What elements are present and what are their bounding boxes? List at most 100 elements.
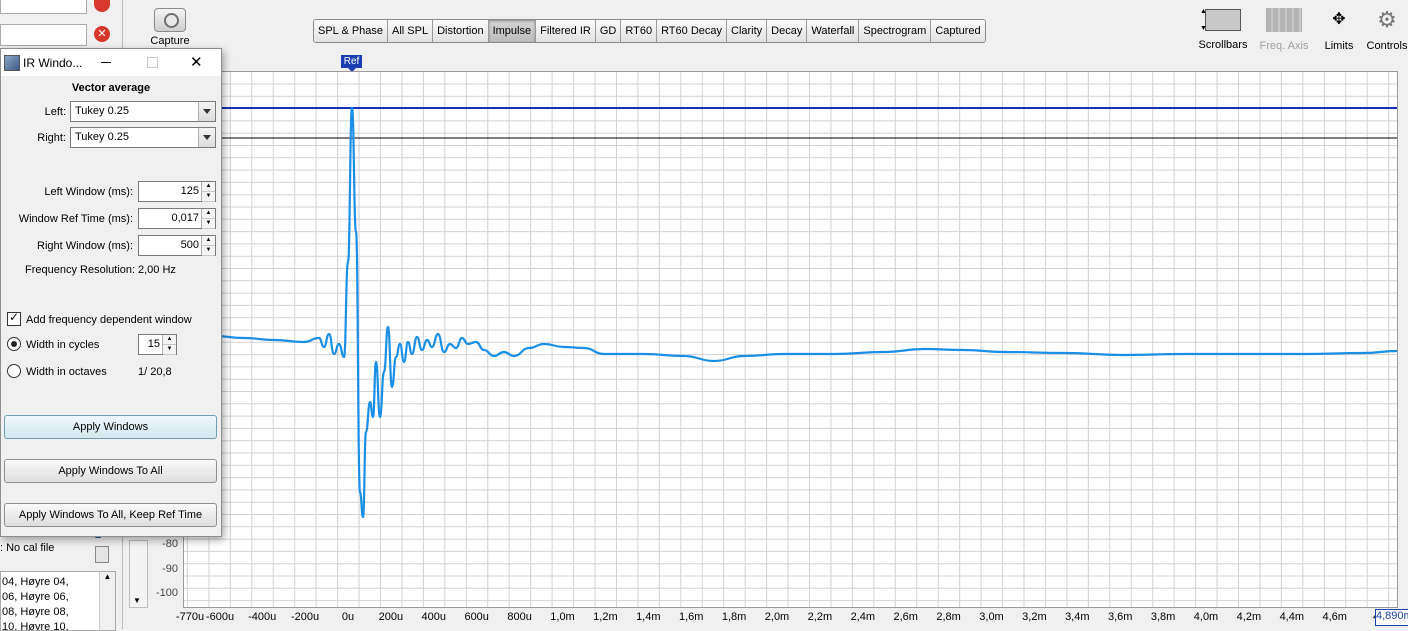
x-tick-label: 3,2m	[1022, 611, 1047, 623]
right-window-ms-input[interactable]: 500 ▲ ▼	[138, 235, 216, 256]
x-tick-label: 2,0m	[764, 611, 790, 623]
tab-filtered-ir[interactable]: Filtered IR	[536, 20, 596, 42]
chevron-down-icon[interactable]	[198, 128, 215, 147]
remove-icon[interactable]	[94, 0, 110, 12]
left-window-ms-input[interactable]: 125 ▲ ▼	[138, 181, 216, 202]
list-item[interactable]: 08, Høyre 08,	[2, 606, 69, 618]
dialog-titlebar[interactable]: IR Windo... ✕	[1, 49, 221, 76]
x-tick-label: -770u	[175, 611, 205, 623]
freq-axis-icon	[1266, 8, 1302, 32]
list-item[interactable]: 10, Høyre 10,	[2, 621, 69, 630]
list-item[interactable]: 06, Høyre 06,	[2, 591, 69, 603]
capture-label: Capture	[150, 35, 190, 47]
top-field-1[interactable]	[0, 0, 87, 14]
y-tick-label: -80	[162, 538, 178, 550]
x-tick-label: 1,2m	[593, 611, 618, 623]
tab-rt60[interactable]: RT60	[621, 20, 658, 42]
fdw-checkbox[interactable]: ✓	[7, 310, 21, 326]
apply-windows-to-all-keep-ref-button[interactable]: Apply Windows To All, Keep Ref Time	[4, 503, 217, 527]
tab-spl-phase[interactable]: SPL & Phase	[314, 20, 389, 42]
left-window-ms-label: Left Window (ms):	[44, 186, 133, 198]
close-icon[interactable]: ✕	[190, 53, 203, 71]
minimize-icon[interactable]	[101, 62, 111, 63]
document-icon[interactable]	[95, 546, 109, 563]
apply-windows-to-all-button[interactable]: Apply Windows To All	[4, 459, 217, 483]
scrollbars-icon: ▲ ▼	[1200, 8, 1241, 32]
x-tick-label: 2,4m	[850, 611, 876, 623]
tab-decay[interactable]: Decay	[767, 20, 808, 42]
left-window-type-label: Left:	[44, 106, 66, 118]
remove-icon[interactable]: ✕	[94, 26, 110, 42]
dialog-heading: Vector average	[71, 82, 151, 94]
tab-clarity[interactable]: Clarity	[727, 20, 768, 42]
apply-windows-button[interactable]: Apply Windows	[4, 415, 217, 439]
limits-button[interactable]: ✥ Limits	[1318, 8, 1360, 52]
spinner-arrows[interactable]: ▲ ▼	[201, 236, 215, 256]
tab-distortion[interactable]: Distortion	[433, 20, 489, 42]
maximize-icon	[147, 57, 158, 68]
freq-axis-button[interactable]: Freq. Axis	[1256, 8, 1312, 52]
spinner-arrows[interactable]: ▲ ▼	[201, 182, 215, 202]
view-tabs: SPL & Phase All SPL Distortion Impulse F…	[313, 19, 986, 43]
top-field-2[interactable]	[0, 24, 87, 46]
limits-icon: ✥	[1332, 11, 1346, 28]
impulse-trace	[184, 106, 1397, 519]
x-tick-label: 200u	[378, 611, 404, 623]
fdw-label: Add frequency dependent window	[26, 314, 192, 326]
x-tick-label: 4,4m	[1279, 611, 1305, 623]
frequency-resolution-label: Frequency Resolution:	[25, 264, 136, 276]
x-tick-label: 1,0m	[550, 611, 575, 623]
right-window-type-label: Right:	[37, 132, 66, 144]
window-ref-time-label: Window Ref Time (ms):	[18, 213, 133, 225]
graph-vertical-scrollbar[interactable]: ▼	[129, 540, 148, 608]
x-tick-label: 4,6m	[1322, 611, 1347, 623]
tab-spectrogram[interactable]: Spectrogram	[859, 20, 932, 42]
cursor-readout: 4,890m	[1375, 609, 1408, 626]
spinner-arrows[interactable]: ▲ ▼	[201, 209, 215, 229]
window-ref-time-input[interactable]: 0,017 ▲ ▼	[138, 208, 216, 229]
spinner-arrows[interactable]: ▲ ▼	[162, 335, 176, 355]
measurement-list[interactable]: 04, Høyre 04, 06, Høyre 06, 08, Høyre 08…	[0, 571, 116, 631]
x-tick-label: 3,0m	[979, 611, 1004, 623]
width-in-octaves-label: Width in octaves	[26, 366, 107, 378]
freq-axis-label: Freq. Axis	[1259, 40, 1309, 52]
x-tick-label: 2,2m	[807, 611, 833, 623]
app-icon	[4, 55, 20, 71]
x-tick-label: 2,8m	[936, 611, 961, 623]
scrollbars-button[interactable]: ▲ ▼ Scrollbars	[1195, 8, 1251, 51]
width-in-octaves-value: 1/ 20,8	[138, 366, 172, 378]
impulse-plot	[184, 72, 1397, 607]
controls-button[interactable]: ⚙ Controls	[1366, 8, 1408, 53]
list-item[interactable]: 04, Høyre 04,	[2, 576, 69, 588]
right-window-type-select[interactable]: Tukey 0.25	[70, 127, 216, 148]
x-tick-label: 1,4m	[636, 611, 661, 623]
y-tick-label: -90	[162, 563, 178, 575]
width-in-cycles-radio[interactable]	[7, 337, 21, 351]
impulse-graph[interactable]	[183, 71, 1398, 608]
width-in-octaves-radio[interactable]	[7, 364, 21, 378]
frequency-resolution-value: 2,00 Hz	[138, 264, 176, 276]
camera-icon	[154, 8, 186, 32]
x-tick-label: 400u	[421, 611, 447, 623]
cycles-input[interactable]: 15 ▲ ▼	[138, 334, 177, 355]
tab-waterfall[interactable]: Waterfall	[807, 20, 860, 42]
x-tick-label: 3,4m	[1065, 611, 1090, 623]
x-tick-label: -600u	[205, 611, 235, 623]
width-in-cycles-label: Width in cycles	[26, 339, 100, 351]
tab-all-spl[interactable]: All SPL	[388, 20, 434, 42]
scrollbars-label: Scrollbars	[1198, 39, 1248, 51]
x-tick-label: 800u	[507, 611, 532, 623]
tab-impulse[interactable]: Impulse	[488, 20, 537, 42]
left-window-type-select[interactable]: Tukey 0.25	[70, 101, 216, 122]
tab-gd[interactable]: GD	[595, 20, 622, 42]
x-tick-label: -200u	[291, 611, 320, 623]
ref-marker[interactable]: Ref	[341, 55, 362, 68]
tab-rt60-decay[interactable]: RT60 Decay	[657, 20, 727, 42]
x-tick-label: 2,6m	[893, 611, 918, 623]
chevron-down-icon[interactable]	[198, 102, 215, 121]
capture-button[interactable]: Capture	[147, 8, 193, 47]
controls-label: Controls	[1366, 40, 1408, 52]
tab-captured[interactable]: Captured	[931, 20, 985, 42]
list-scrollbar[interactable]: ▲	[99, 572, 115, 630]
x-tick-label: 4,2m	[1236, 611, 1262, 623]
